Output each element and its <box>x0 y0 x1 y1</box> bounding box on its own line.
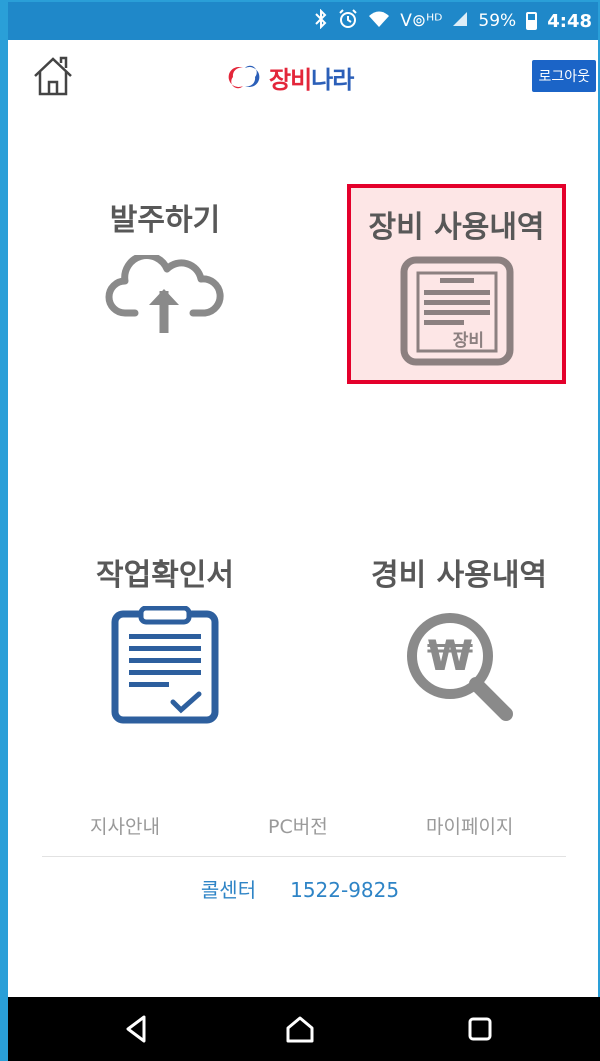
alarm-icon <box>338 8 358 34</box>
bluetooth-icon <box>314 8 328 34</box>
menu-tile-equipment-usage[interactable]: 장비 사용내역 장비 <box>347 184 566 384</box>
menu-tile-label: 경비 사용내역 <box>370 558 548 593</box>
logo-text-sub: 나라 <box>311 65 354 94</box>
equipment-doc-text: 장비 <box>452 331 483 351</box>
menu-tile-order[interactable]: 발주하기 <box>60 195 270 335</box>
home-icon <box>34 56 72 96</box>
won-search-icon: ₩ <box>407 613 513 721</box>
recent-apps-icon <box>468 1017 492 1041</box>
menu-tile-label: 장비 사용내역 <box>368 210 545 245</box>
link-branch-info[interactable]: 지사안내 <box>90 812 160 839</box>
logo-text-main: 장비 <box>269 65 312 94</box>
status-bar: V⊚ᴴᴰ 59% 4:48 <box>8 2 598 40</box>
nav-recent-button[interactable] <box>462 1011 498 1047</box>
logout-button[interactable]: 로그아웃 <box>532 60 596 92</box>
menu-tile-work-confirmation[interactable]: 작업확인서 <box>60 550 270 724</box>
logo-mark-icon <box>228 65 260 89</box>
equipment-document-icon: 장비 <box>400 256 513 366</box>
cloud-upload-icon <box>105 255 224 333</box>
svg-text:₩: ₩ <box>427 631 473 680</box>
clock: 4:48 <box>547 10 592 32</box>
nav-back-button[interactable] <box>120 1011 156 1047</box>
footer-divider <box>42 856 566 857</box>
system-nav-bar <box>8 997 600 1061</box>
link-pc-version[interactable]: PC버전 <box>268 812 328 839</box>
app-logo: 장비나라 <box>223 60 354 94</box>
nav-home-button[interactable] <box>282 1011 318 1047</box>
signal-icon <box>452 11 468 32</box>
callcenter[interactable]: 콜센터 1522-9825 <box>0 874 600 903</box>
callcenter-number: 1522-9825 <box>290 878 400 902</box>
menu-tile-label: 발주하기 <box>109 203 221 238</box>
battery-icon <box>526 12 538 30</box>
battery-percent: 59% <box>478 11 517 31</box>
back-icon <box>126 1015 146 1043</box>
home-nav-icon <box>286 1016 314 1043</box>
app-header: 장비나라 로그아웃 <box>8 40 598 114</box>
link-my-page[interactable]: 마이페이지 <box>426 812 513 839</box>
clipboard-check-icon <box>111 606 219 724</box>
menu-tile-label: 작업확인서 <box>96 558 234 593</box>
footer-links: 지사안내 PC버전 마이페이지 <box>40 812 568 842</box>
menu-tile-expense-usage[interactable]: 경비 사용내역 ₩ <box>344 550 574 724</box>
wifi-icon <box>368 10 390 33</box>
volte-icon: V⊚ᴴᴰ <box>400 11 443 31</box>
callcenter-label: 콜센터 <box>200 878 257 902</box>
home-button[interactable] <box>30 54 76 100</box>
